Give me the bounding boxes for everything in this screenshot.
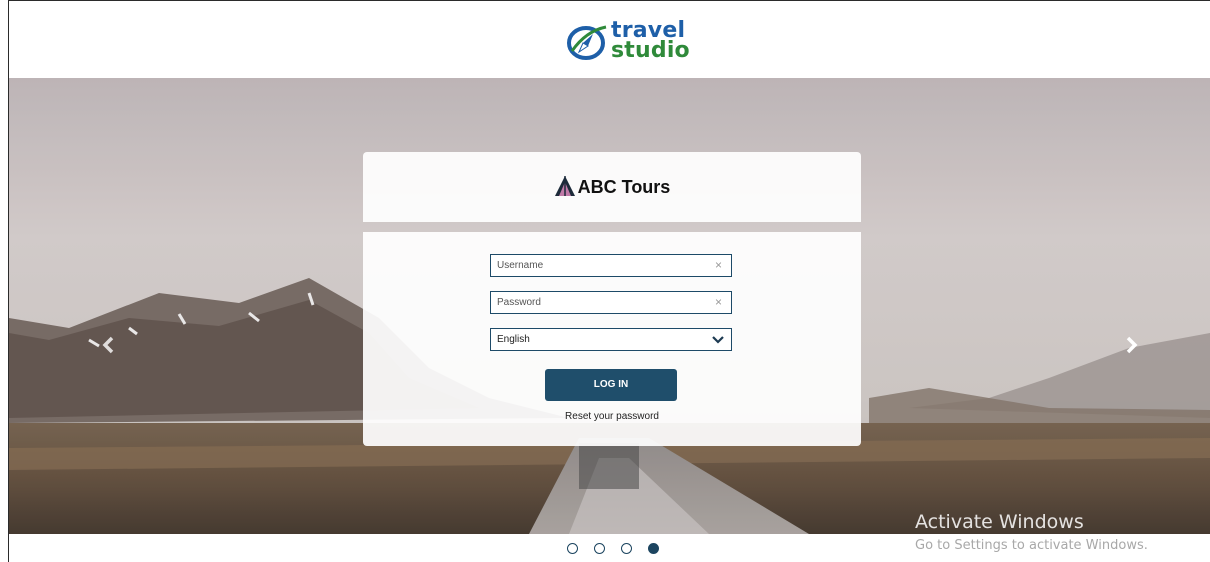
username-input[interactable]	[491, 255, 707, 276]
language-selected: English	[497, 334, 530, 345]
travel-studio-logo: travel studio	[566, 18, 690, 65]
activate-windows-title: Activate Windows	[915, 511, 1084, 533]
activate-windows-subtitle: Go to Settings to activate Windows.	[915, 538, 1148, 553]
carousel-dot-2[interactable]	[594, 543, 605, 554]
login-card-header: ABC Tours	[363, 152, 861, 222]
reset-password-link: Reset your password	[363, 411, 861, 422]
carousel-prev-button[interactable]	[101, 336, 115, 354]
language-select[interactable]: English	[490, 328, 732, 351]
chevron-left-icon	[102, 336, 114, 354]
username-field: ×	[490, 254, 732, 277]
carousel-dot-4[interactable]	[648, 543, 659, 554]
carousel-dot-1[interactable]	[567, 543, 578, 554]
compass-icon	[567, 25, 607, 60]
brand-title: ABC Tours	[363, 175, 861, 198]
reset-password-text[interactable]: Reset your password	[565, 411, 659, 422]
chevron-down-icon	[712, 336, 724, 344]
password-input[interactable]	[491, 292, 707, 313]
brand-name: ABC Tours	[577, 177, 671, 197]
clear-username-icon[interactable]: ×	[715, 258, 722, 272]
carousel-dot-3[interactable]	[621, 543, 632, 554]
login-form: × × English LOG IN Reset your password	[363, 232, 861, 446]
carousel-next-button[interactable]	[1125, 336, 1139, 354]
password-field: ×	[490, 291, 732, 314]
login-button[interactable]: LOG IN	[545, 369, 677, 401]
tent-icon	[554, 176, 575, 196]
header: travel studio	[9, 1, 1210, 78]
clear-password-icon[interactable]: ×	[715, 295, 722, 309]
logo-word-studio: studio	[611, 38, 690, 63]
chevron-right-icon	[1126, 336, 1138, 354]
